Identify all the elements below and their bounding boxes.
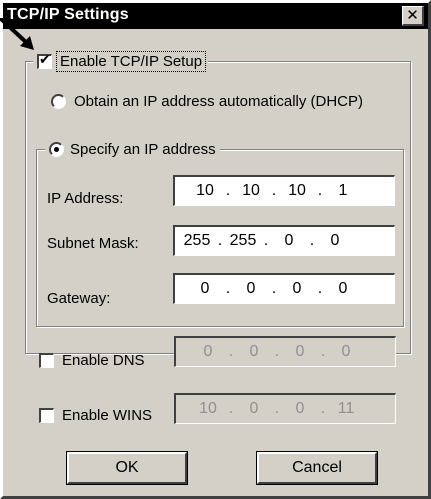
- dhcp-radio[interactable]: [51, 94, 66, 109]
- octet-separator: .: [225, 280, 231, 297]
- ok-button[interactable]: OK: [66, 451, 188, 485]
- close-button[interactable]: ✕: [402, 6, 424, 26]
- ip-octet-2[interactable]: 10: [233, 182, 269, 200]
- octet-separator: .: [320, 343, 326, 360]
- octet-separator: .: [271, 280, 277, 297]
- specify-ip-radio[interactable]: [49, 142, 64, 157]
- dns-field: 0 . 0 . 0 . 0: [174, 336, 396, 367]
- enable-tcpip-checkbox-row[interactable]: ✔ Enable TCP/IP Setup: [33, 51, 209, 72]
- specify-ip-radio-row[interactable]: Specify an IP address: [45, 141, 220, 158]
- octet-separator: .: [228, 400, 234, 417]
- octet-separator: .: [317, 182, 323, 199]
- title-bar[interactable]: TCP/IP Settings ✕: [3, 3, 428, 29]
- octet-separator: .: [274, 343, 280, 360]
- ip-octet-4[interactable]: 1: [325, 182, 361, 200]
- pointer-arrow-icon: [0, 18, 34, 50]
- subnet-octet-1[interactable]: 255: [179, 232, 215, 250]
- enable-wins-label[interactable]: Enable WINS: [62, 407, 152, 424]
- dns-octet-3: 0: [295, 343, 305, 360]
- subnet-octet-4[interactable]: 0: [317, 232, 353, 250]
- octet-separator: .: [317, 280, 323, 297]
- specify-ip-label[interactable]: Specify an IP address: [70, 141, 216, 158]
- enable-dns-label[interactable]: Enable DNS: [62, 352, 145, 369]
- octet-separator: .: [271, 182, 277, 199]
- octet-separator: .: [228, 343, 234, 360]
- subnet-octet-3[interactable]: 0: [271, 232, 307, 250]
- dhcp-radio-label[interactable]: Obtain an IP address automatically (DHCP…: [74, 93, 363, 110]
- gateway-octet-1[interactable]: 0: [187, 280, 223, 298]
- gateway-field[interactable]: 0 . 0 . 0 . 0: [173, 273, 395, 304]
- octet-separator: .: [263, 232, 269, 249]
- subnet-octet-2[interactable]: 255: [225, 232, 261, 250]
- enable-dns-checkbox[interactable]: [39, 353, 54, 368]
- enable-wins-row[interactable]: Enable WINS: [39, 407, 152, 424]
- wins-field: 10 . 0 . 0 . 11: [174, 393, 396, 424]
- octet-separator: .: [217, 232, 223, 249]
- wins-octet-1: 10: [199, 400, 217, 417]
- close-icon: ✕: [406, 6, 419, 24]
- ip-address-field[interactable]: 10 . 10 . 10 . 1: [173, 175, 395, 206]
- octet-separator: .: [225, 182, 231, 199]
- wins-octet-2: 0: [249, 400, 259, 417]
- enable-wins-checkbox[interactable]: [39, 408, 54, 423]
- ip-octet-1[interactable]: 10: [187, 182, 223, 200]
- radio-selected-dot: [54, 147, 59, 152]
- enable-tcpip-label[interactable]: Enable TCP/IP Setup: [55, 51, 207, 72]
- octet-separator: .: [320, 400, 326, 417]
- enable-dns-row[interactable]: Enable DNS: [39, 352, 145, 369]
- subnet-mask-field[interactable]: 255 . 255 . 0 . 0: [173, 225, 395, 256]
- gateway-octet-4[interactable]: 0: [325, 280, 361, 298]
- octet-separator: .: [309, 232, 315, 249]
- dns-octet-2: 0: [249, 343, 259, 360]
- cancel-button-label: Cancel: [292, 459, 342, 476]
- ok-button-label: OK: [115, 459, 139, 476]
- checkmark-icon: ✔: [39, 52, 51, 68]
- gateway-octet-3[interactable]: 0: [279, 280, 315, 298]
- subnet-mask-label: Subnet Mask:: [47, 235, 139, 252]
- wins-octet-4: 11: [337, 400, 355, 417]
- ip-octet-3[interactable]: 10: [279, 182, 315, 200]
- dhcp-radio-row[interactable]: Obtain an IP address automatically (DHCP…: [51, 93, 363, 110]
- ip-address-label: IP Address:: [47, 190, 124, 207]
- gateway-label: Gateway:: [47, 290, 111, 307]
- wins-octet-3: 0: [295, 400, 305, 417]
- octet-separator: .: [274, 400, 280, 417]
- dns-octet-4: 0: [341, 343, 351, 360]
- dns-octet-1: 0: [203, 343, 213, 360]
- gateway-octet-2[interactable]: 0: [233, 280, 269, 298]
- tcpip-settings-dialog: TCP/IP Settings ✕ ✔ Enable TCP/IP Setup …: [0, 0, 431, 499]
- cancel-button[interactable]: Cancel: [256, 451, 378, 485]
